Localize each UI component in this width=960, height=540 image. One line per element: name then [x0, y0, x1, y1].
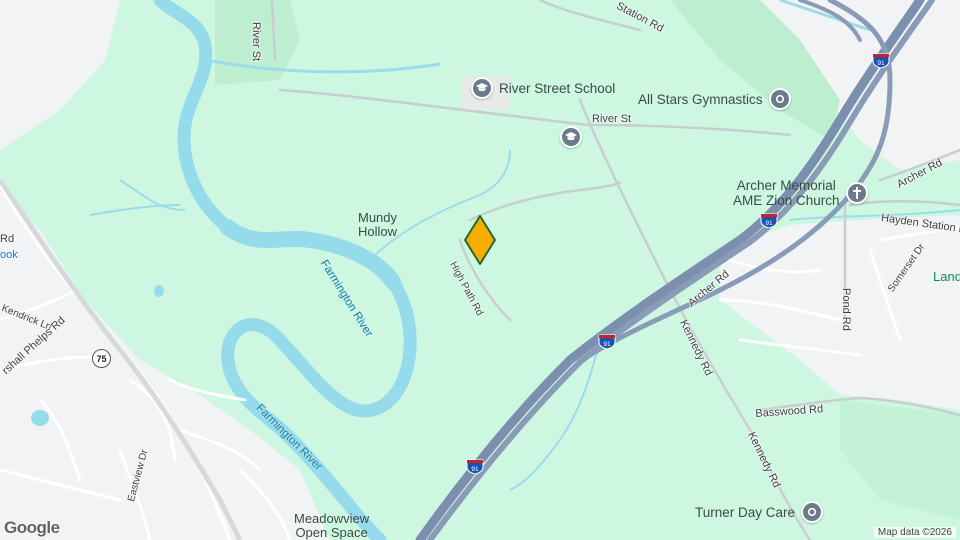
shield-number: 91	[603, 341, 611, 348]
road-label-pond-rd: Pond Rd	[840, 288, 852, 331]
shield-number: 91	[765, 220, 773, 227]
poi-all-stars-gymnastics[interactable]: All Stars Gymnastics	[638, 88, 791, 110]
place-pin-icon	[801, 501, 824, 523]
poi-turner-day-care[interactable]: Turner Day Care	[695, 501, 824, 523]
place-pin-icon	[768, 88, 791, 110]
interstate-shield-icon: 91	[466, 459, 484, 474]
shield-number: 91	[471, 466, 479, 473]
pond-southwest	[31, 410, 49, 426]
church-cross-icon	[845, 182, 868, 204]
road-label-left-ook: ook	[0, 249, 18, 261]
poi-label-line: AME Zion Church	[733, 193, 840, 208]
poi-label: All Stars Gymnastics	[638, 91, 763, 107]
place-label-land: Land	[933, 269, 960, 284]
poi-label: Turner Day Care	[695, 504, 796, 520]
road-label-river-st-north: River St	[250, 22, 262, 62]
interstate-shield-icon: 91	[598, 334, 616, 349]
map-attribution[interactable]: Map data ©2026	[873, 527, 956, 538]
google-logo[interactable]: Google	[4, 518, 60, 538]
road-label-river-st: River St	[592, 113, 632, 125]
interstate-shield-icon: 91	[760, 213, 778, 228]
place-label-line: Meadowview	[294, 511, 370, 526]
poi-label-line: Archer Memorial	[736, 178, 836, 193]
location-pin-icon[interactable]	[463, 214, 497, 266]
road-label-left-rd: Rd	[0, 233, 15, 245]
place-label-meadowview: Meadowview Open Space	[294, 512, 369, 540]
poi-archer-memorial[interactable]: Archer Memorial AME Zion Church	[733, 178, 868, 208]
place-label-mundy-hollow: Mundy Hollow	[358, 211, 397, 239]
shield-number: 91	[877, 60, 885, 67]
place-label-line: Hollow	[358, 224, 398, 239]
poi-river-street-school[interactable]: River Street School	[471, 77, 615, 99]
route-75-shield-icon: 75	[92, 349, 111, 368]
school-icon	[471, 77, 493, 99]
route-75-number: 75	[96, 353, 107, 364]
pond-small	[154, 285, 164, 297]
place-label-line: Mundy	[358, 210, 398, 225]
poi-label: River Street School	[499, 80, 616, 96]
school-icon	[560, 126, 582, 148]
interstate-shield-icon: 91	[872, 53, 890, 68]
poi-label: Archer Memorial AME Zion Church	[733, 178, 840, 208]
place-label-line: Open Space	[295, 525, 368, 540]
poi-school-marker[interactable]	[560, 126, 582, 148]
